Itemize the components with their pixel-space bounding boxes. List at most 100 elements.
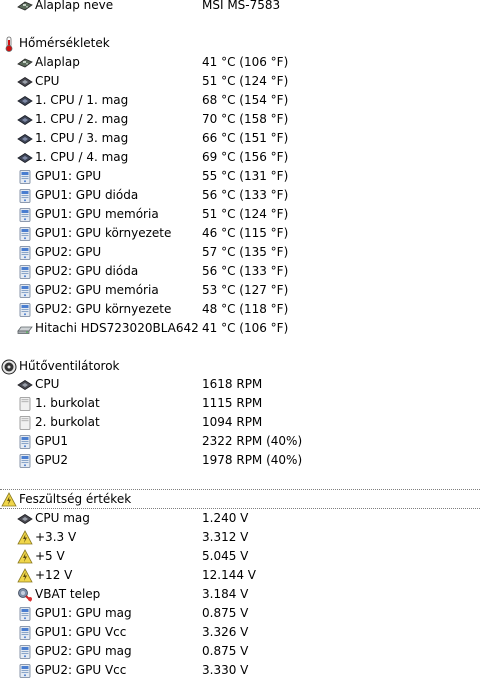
temperature-row[interactable]: GPU1: GPU 55 °C (131 °F) xyxy=(0,167,480,186)
temperature-row[interactable]: GPU1: GPU memória 51 °C (124 °F) xyxy=(0,205,480,224)
voltage-label: VBAT telep xyxy=(35,587,101,601)
gpu-icon xyxy=(17,302,33,318)
motherboard-name-value: MSI MS-7583 xyxy=(202,0,281,12)
temperature-label: Alaplap xyxy=(35,55,80,69)
voltage-value: 3.326 V xyxy=(202,625,249,639)
temperature-value: 41 °C (106 °F) xyxy=(202,321,289,335)
sensor-list: Alaplap neve MSI MS-7583 Hőmérsékletek A… xyxy=(0,0,480,685)
temperature-label: GPU2: GPU dióda xyxy=(35,264,139,278)
fan-value: 2322 RPM (40%) xyxy=(202,434,303,448)
voltage-row[interactable]: +5 V 5.045 V xyxy=(0,547,480,566)
voltages-section-header[interactable]: Feszültség értékek xyxy=(0,489,480,509)
temperature-label: CPU xyxy=(35,74,60,88)
temperature-row[interactable]: 1. CPU / 4. mag 69 °C (156 °F) xyxy=(0,148,480,167)
voltage-value: 3.184 V xyxy=(202,587,249,601)
temperature-value: 57 °C (135 °F) xyxy=(202,245,289,259)
voltage-warning-icon xyxy=(17,568,33,584)
case-icon xyxy=(17,415,33,431)
gpu-icon xyxy=(17,188,33,204)
temperature-row[interactable]: CPU 51 °C (124 °F) xyxy=(0,72,480,91)
temperature-row[interactable]: Hitachi HDS723020BLA642 41 °C (106 °F) xyxy=(0,319,480,338)
voltage-value: 3.330 V xyxy=(202,663,249,677)
cpu-icon xyxy=(17,511,33,527)
voltage-label: CPU mag xyxy=(35,511,90,525)
temperature-value: 48 °C (118 °F) xyxy=(202,302,289,316)
temperature-value: 70 °C (158 °F) xyxy=(202,112,289,126)
fan-value: 1618 RPM xyxy=(202,377,263,391)
temperature-row[interactable]: 1. CPU / 1. mag 68 °C (154 °F) xyxy=(0,91,480,110)
voltage-row[interactable]: GPU1: GPU Vcc 3.326 V xyxy=(0,623,480,642)
gpu-icon xyxy=(17,245,33,261)
fan-label: 2. burkolat xyxy=(35,415,100,429)
motherboard-icon xyxy=(17,55,33,71)
voltage-row[interactable]: +12 V 12.144 V xyxy=(0,566,480,585)
fan-row[interactable]: 1. burkolat 1115 RPM xyxy=(0,394,480,413)
temperature-row[interactable]: GPU1: GPU környezete 46 °C (115 °F) xyxy=(0,224,480,243)
motherboard-name-label: Alaplap neve xyxy=(35,0,114,12)
voltage-value: 1.240 V xyxy=(202,511,249,525)
voltage-label: GPU2: GPU mag xyxy=(35,644,132,658)
temperature-label: Hitachi HDS723020BLA642 xyxy=(35,321,199,335)
temperature-row[interactable]: 1. CPU / 3. mag 66 °C (151 °F) xyxy=(0,129,480,148)
fan-row[interactable]: 2. burkolat 1094 RPM xyxy=(0,413,480,432)
voltage-row[interactable]: VBAT telep 3.184 V xyxy=(0,585,480,604)
cpu-core-icon xyxy=(17,112,33,128)
fans-section-header[interactable]: Hűtőventilátorok xyxy=(0,357,480,376)
temperature-row[interactable]: GPU2: GPU környezete 48 °C (118 °F) xyxy=(0,300,480,319)
fan-value: 1115 RPM xyxy=(202,396,263,410)
temperature-label: 1. CPU / 4. mag xyxy=(35,150,129,164)
voltage-row[interactable]: GPU1: GPU mag 0.875 V xyxy=(0,604,480,623)
voltage-label: GPU2: GPU Vcc xyxy=(35,663,127,677)
voltage-row[interactable]: GPU2: GPU mag 0.875 V xyxy=(0,642,480,661)
temperature-value: 53 °C (127 °F) xyxy=(202,283,289,297)
temperature-label: GPU2: GPU xyxy=(35,245,102,259)
voltage-row[interactable]: CPU mag 1.240 V xyxy=(0,509,480,528)
temperature-label: GPU1: GPU dióda xyxy=(35,188,139,202)
gpu-icon xyxy=(17,264,33,280)
temperatures-section-title: Hőmérsékletek xyxy=(19,36,110,50)
temperature-row[interactable]: GPU2: GPU 57 °C (135 °F) xyxy=(0,243,480,262)
motherboard-icon xyxy=(17,0,33,14)
temperature-row[interactable]: GPU2: GPU memória 53 °C (127 °F) xyxy=(0,281,480,300)
fans-section-title: Hűtőventilátorok xyxy=(19,359,120,373)
temperature-label: GPU2: GPU környezete xyxy=(35,302,172,316)
fan-row[interactable]: GPU2 1978 RPM (40%) xyxy=(0,451,480,470)
temperature-value: 55 °C (131 °F) xyxy=(202,169,289,183)
temperature-value: 46 °C (115 °F) xyxy=(202,226,289,240)
temperature-value: 51 °C (124 °F) xyxy=(202,74,289,88)
temperature-label: GPU1: GPU xyxy=(35,169,102,183)
temperature-label: GPU1: GPU memória xyxy=(35,207,159,221)
cpu-icon xyxy=(17,74,33,90)
temperature-value: 56 °C (133 °F) xyxy=(202,264,289,278)
gpu-icon xyxy=(17,663,33,679)
gpu-icon xyxy=(17,226,33,242)
voltage-label: +5 V xyxy=(35,549,65,563)
temperature-row[interactable]: Alaplap 41 °C (106 °F) xyxy=(0,53,480,72)
temperatures-section-header[interactable]: Hőmérsékletek xyxy=(0,34,480,53)
fan-label: 1. burkolat xyxy=(35,396,100,410)
fan-label: CPU xyxy=(35,377,60,391)
gpu-icon xyxy=(17,644,33,660)
temperature-row[interactable]: 1. CPU / 2. mag 70 °C (158 °F) xyxy=(0,110,480,129)
fan-row[interactable]: CPU 1618 RPM xyxy=(0,375,480,394)
voltage-row[interactable]: +3.3 V 3.312 V xyxy=(0,528,480,547)
temperature-row[interactable]: GPU2: GPU dióda 56 °C (133 °F) xyxy=(0,262,480,281)
fan-row[interactable]: GPU1 2322 RPM (40%) xyxy=(0,432,480,451)
voltage-row[interactable]: GPU2: GPU Vcc 3.330 V xyxy=(0,661,480,680)
temperature-value: 69 °C (156 °F) xyxy=(202,150,289,164)
temperature-value: 51 °C (124 °F) xyxy=(202,207,289,221)
temperature-label: 1. CPU / 3. mag xyxy=(35,131,129,145)
thermometer-icon xyxy=(1,36,17,52)
temperature-row[interactable]: GPU1: GPU dióda 56 °C (133 °F) xyxy=(0,186,480,205)
voltage-label: GPU1: GPU mag xyxy=(35,606,132,620)
motherboard-name-row[interactable]: Alaplap neve MSI MS-7583 xyxy=(0,0,480,15)
gpu-icon xyxy=(17,625,33,641)
fan-value: 1978 RPM (40%) xyxy=(202,453,303,467)
voltage-warning-icon xyxy=(1,492,17,508)
voltage-warning-icon xyxy=(17,530,33,546)
voltage-value: 3.312 V xyxy=(202,530,249,544)
battery-icon xyxy=(17,587,33,603)
voltage-value: 12.144 V xyxy=(202,568,257,582)
voltage-value: 0.875 V xyxy=(202,606,249,620)
fan-icon xyxy=(1,359,17,375)
